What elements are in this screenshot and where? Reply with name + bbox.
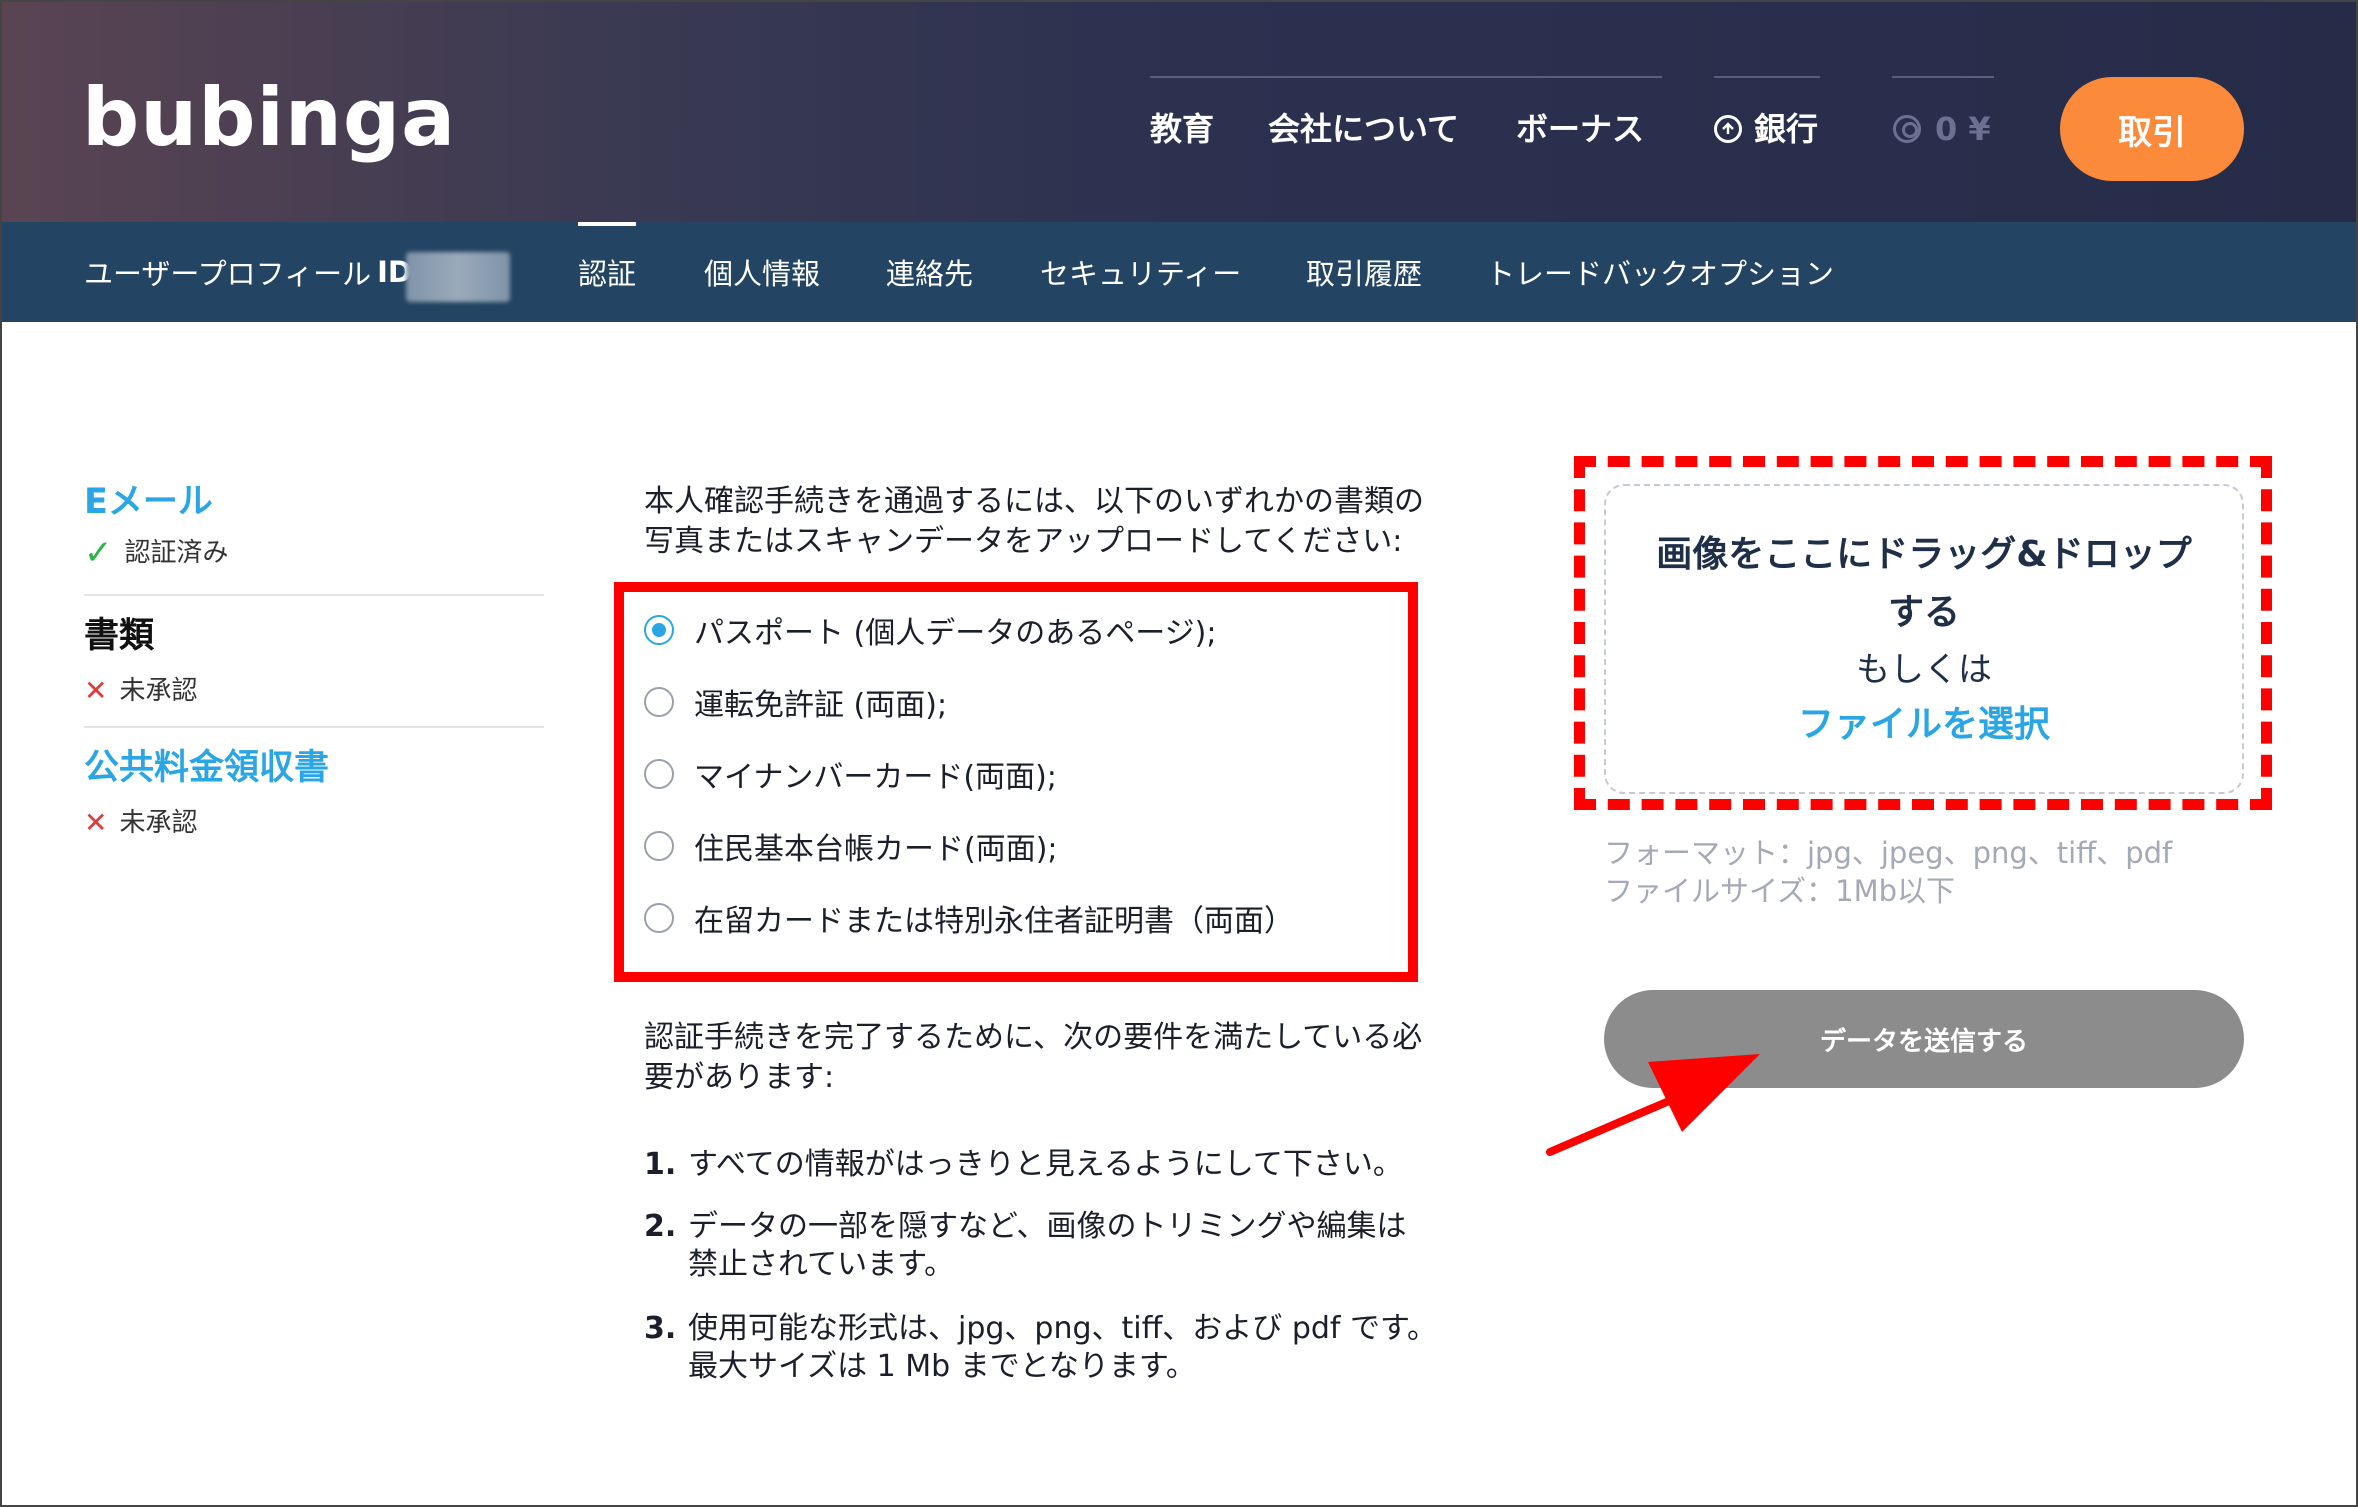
requirement-line: すべての情報がはっきりと見えるようにして下さい。 — [688, 1147, 1403, 1182]
option-drivers-license[interactable]: 運転免許証 (両面); — [644, 682, 948, 723]
option-label: マイナンバーカード(両面); — [694, 760, 1057, 795]
option-resident-card[interactable]: 住民基本台帳カード(両面); — [644, 826, 1058, 867]
dropzone-title: 画像をここにドラッグ&ドロップする — [1656, 534, 2192, 633]
profile-id-label: ユーザープロフィール ID: — [84, 222, 424, 322]
nav-about-company[interactable]: 会社について — [1268, 108, 1459, 150]
document-instructions: 本人確認手続きを通過するには、以下のいずれかの書類の 写真またはスキャンデータを… — [644, 482, 1484, 562]
tab-security[interactable]: セキュリティー — [1040, 222, 1241, 322]
format-info: フォーマット：jpg、jpeg、png、tiff、pdf — [1604, 836, 2173, 870]
requirement-text: すべての情報がはっきりと見えるようにして下さい。 — [688, 1146, 1504, 1184]
documents-status-text: 未承認 — [119, 676, 198, 706]
size-info: ファイルサイズ：1Mb以下 — [1604, 874, 1956, 908]
tab-verification[interactable]: 認証 — [578, 222, 637, 322]
checkmark-icon: ✓ — [84, 533, 113, 573]
sidebar-divider — [84, 726, 544, 728]
cross-icon: ✕ — [84, 806, 108, 839]
option-label: パスポート (個人データのあるページ); — [694, 616, 1217, 651]
requirements-intro: 認証手続きを完了するために、次の要件を満たしている必 要があります: — [644, 1018, 1484, 1098]
cross-icon: ✕ — [84, 674, 108, 707]
radio-button[interactable] — [644, 903, 674, 933]
email-status: ✓ 認証済み — [84, 536, 229, 570]
sidebar-item-utility-bill[interactable]: 公共料金領収書 — [84, 746, 329, 790]
sidebar-divider — [84, 594, 544, 596]
radio-button[interactable] — [644, 759, 674, 789]
requirement-item: 1. すべての情報がはっきりと見えるようにして下さい。 — [644, 1146, 1504, 1184]
nav-divider — [1892, 76, 1994, 78]
radio-button[interactable] — [644, 687, 674, 717]
requirement-line: 使用可能な形式は、jpg、png、tiff、および pdf です。 — [688, 1311, 1438, 1346]
tab-tradeback-options[interactable]: トレードバックオプション — [1486, 222, 1834, 322]
documents-status: ✕ 未承認 — [84, 674, 197, 708]
option-passport[interactable]: パスポート (個人データのあるページ); — [644, 610, 1217, 651]
tab-trade-history[interactable]: 取引履歴 — [1306, 222, 1422, 322]
requirement-line: 禁止されています。 — [688, 1247, 955, 1282]
option-my-number-card[interactable]: マイナンバーカード(両面); — [644, 754, 1057, 795]
requirements-intro-line: 認証手続きを完了するために、次の要件を満たしている必 — [644, 1020, 1423, 1055]
balance-value: 0 ¥ — [1935, 110, 1991, 148]
trade-button[interactable]: 取引 — [2060, 77, 2244, 181]
blurred-user-id — [406, 252, 510, 302]
requirement-text: 使用可能な形式は、jpg、png、tiff、および pdf です。 最大サイズは… — [688, 1310, 1504, 1386]
nav-divider — [1150, 76, 1662, 78]
requirement-line: 最大サイズは 1 Mb までとなります。 — [688, 1349, 1196, 1384]
radio-button[interactable] — [644, 831, 674, 861]
requirement-item: 3. 使用可能な形式は、jpg、png、tiff、および pdf です。 最大サ… — [644, 1310, 1504, 1386]
sidebar-item-documents[interactable]: 書類 — [84, 614, 154, 658]
profile-subnav: ユーザープロフィール ID: 認証 個人情報 連絡先 セキュリティー 取引履歴 … — [0, 222, 2358, 322]
email-status-text: 認証済み — [124, 538, 229, 568]
dropzone-or: もしくは — [1856, 650, 1992, 690]
balance-display[interactable]: 0 ¥ — [1893, 108, 1991, 150]
nav-bank[interactable]: 銀行 — [1714, 108, 1818, 150]
user-icon — [1893, 115, 1921, 143]
option-label: 在留カードまたは特別永住者証明書（両面） — [694, 904, 1294, 939]
radio-button-selected[interactable] — [644, 615, 674, 645]
sidebar-item-email[interactable]: Eメール — [84, 480, 213, 524]
option-residence-card[interactable]: 在留カードまたは特別永住者証明書（両面） — [644, 898, 1294, 939]
requirement-number: 3. — [644, 1311, 677, 1346]
utility-bill-status: ✕ 未承認 — [84, 806, 197, 840]
instructions-line: 写真またはスキャンデータをアップロードしてください: — [644, 524, 1403, 559]
upload-constraints: フォーマット：jpg、jpeg、png、tiff、pdf ファイルサイズ：1Mb… — [1604, 834, 2172, 910]
requirements-intro-line: 要があります: — [644, 1060, 835, 1095]
tab-personal-info[interactable]: 個人情報 — [704, 222, 820, 322]
requirement-number: 2. — [644, 1209, 677, 1244]
nav-divider — [1714, 76, 1820, 78]
option-label: 運転免許証 (両面); — [694, 688, 948, 723]
arrow-up-circle-icon — [1714, 115, 1742, 143]
option-label: 住民基本台帳カード(両面); — [694, 832, 1058, 867]
annotation-arrow-icon — [1546, 1054, 1760, 1156]
file-dropzone[interactable]: 画像をここにドラッグ&ドロップする もしくは ファイルを選択 — [1604, 484, 2244, 794]
instructions-line: 本人確認手続きを通過するには、以下のいずれかの書類の — [644, 484, 1424, 519]
nav-bonus[interactable]: ボーナス — [1516, 108, 1644, 150]
nav-bank-label: 銀行 — [1754, 110, 1819, 148]
requirement-number: 1. — [644, 1147, 677, 1182]
nav-education[interactable]: 教育 — [1150, 108, 1214, 150]
choose-file-link[interactable]: ファイルを選択 — [1798, 698, 2050, 752]
utility-bill-status-text: 未承認 — [119, 808, 198, 838]
requirement-item: 2. データの一部を隠すなど、画像のトリミングや編集は 禁止されています。 — [644, 1208, 1504, 1284]
tab-contacts[interactable]: 連絡先 — [886, 222, 973, 322]
requirement-text: データの一部を隠すなど、画像のトリミングや編集は 禁止されています。 — [688, 1208, 1504, 1284]
profile-label-text: ユーザープロフィール — [84, 257, 372, 291]
top-header: bubinga 教育 会社について ボーナス 銀行 0 ¥ 取引 — [0, 0, 2358, 222]
requirement-line: データの一部を隠すなど、画像のトリミングや編集は — [688, 1209, 1407, 1244]
logo[interactable]: bubinga — [82, 78, 456, 158]
